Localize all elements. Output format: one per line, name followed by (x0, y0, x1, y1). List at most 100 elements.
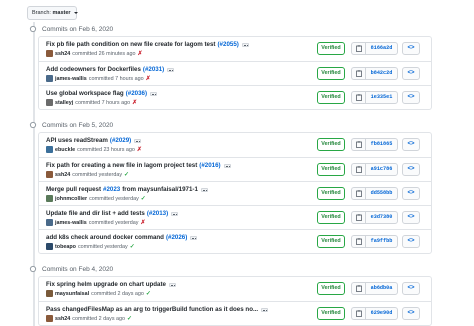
verified-badge[interactable]: Verified (317, 235, 345, 248)
verified-badge[interactable]: Verified (317, 187, 345, 200)
author-link[interactable]: ssh24 (55, 316, 70, 322)
browse-repo-button[interactable]: <> (402, 235, 420, 248)
copy-sha-button[interactable] (351, 138, 365, 151)
branch-selector[interactable]: Branch: master (27, 6, 79, 20)
x-icon[interactable]: ✗ (141, 219, 146, 226)
verified-badge[interactable]: Verified (317, 307, 345, 320)
avatar[interactable] (46, 195, 53, 202)
pull-request-link[interactable]: (#2055) (218, 41, 239, 48)
browse-repo-button[interactable]: <> (402, 282, 420, 295)
verified-badge[interactable]: Verified (317, 42, 345, 55)
author-link[interactable]: ebuckle (55, 147, 75, 153)
verified-badge[interactable]: Verified (317, 138, 345, 151)
author-link[interactable]: ssh24 (55, 172, 70, 178)
copy-sha-button[interactable] (351, 91, 365, 104)
expand-message-icon[interactable] (261, 307, 269, 312)
avatar[interactable] (46, 290, 53, 297)
copy-sha-button[interactable] (351, 163, 365, 176)
commit-message[interactable]: Fix path for creating a new file in lago… (46, 162, 197, 169)
commit-sha-link[interactable]: fa9ffbb (365, 235, 398, 248)
commit-message[interactable]: Add codeowners for Dockerfiles (46, 66, 141, 73)
pull-request-link[interactable]: (#2026) (166, 234, 187, 241)
check-icon[interactable]: ✓ (127, 315, 132, 322)
avatar[interactable] (46, 315, 53, 322)
pull-request-link[interactable]: (#2029) (110, 137, 131, 144)
avatar[interactable] (46, 219, 53, 226)
expand-message-icon[interactable] (168, 282, 176, 287)
pull-request-link[interactable]: #2023 (103, 186, 120, 193)
verified-badge[interactable]: Verified (317, 282, 345, 295)
author-link[interactable]: james-wallis (55, 220, 87, 226)
copy-sha-button[interactable] (351, 42, 365, 55)
commit-sha-link[interactable]: 629e90d (365, 307, 398, 320)
commit-sha-link[interactable]: 8166a2d (365, 42, 398, 55)
avatar[interactable] (46, 171, 53, 178)
avatar[interactable] (46, 243, 53, 250)
verified-badge[interactable]: Verified (317, 67, 345, 80)
commit-sha-link[interactable]: b842c2d (365, 67, 398, 80)
author-link[interactable]: james-wallis (55, 76, 87, 82)
verified-badge[interactable]: Verified (317, 91, 345, 104)
commit-sha-link[interactable]: dd558bb (365, 187, 398, 200)
browse-repo-button[interactable]: <> (402, 42, 420, 55)
x-icon[interactable]: ✗ (132, 99, 137, 106)
verified-badge[interactable]: Verified (317, 163, 345, 176)
expand-message-icon[interactable] (190, 235, 198, 240)
copy-sha-button[interactable] (351, 187, 365, 200)
copy-sha-button[interactable] (351, 307, 365, 320)
expand-message-icon[interactable] (134, 138, 142, 143)
commit-sha-link[interactable]: ab6db0a (365, 282, 398, 295)
pull-request-link[interactable]: (#2016) (199, 162, 220, 169)
verified-badge[interactable]: Verified (317, 211, 345, 224)
check-icon[interactable]: ✓ (141, 195, 146, 202)
expand-message-icon[interactable] (223, 163, 231, 168)
author-link[interactable]: johnmcollier (55, 196, 87, 202)
expand-message-icon[interactable] (167, 67, 175, 72)
avatar[interactable] (46, 146, 53, 153)
commit-message[interactable]: API uses readStream (46, 137, 108, 144)
commit-message[interactable]: Fix spring helm upgrade on chart update (46, 281, 166, 288)
x-icon[interactable]: ✗ (138, 50, 143, 57)
pull-request-link[interactable]: (#2013) (147, 210, 168, 217)
pull-request-link[interactable]: (#2031) (143, 66, 164, 73)
browse-repo-button[interactable]: <> (402, 67, 420, 80)
browse-repo-button[interactable]: <> (402, 211, 420, 224)
commit-message[interactable]: Update file and dir list + add tests (46, 210, 145, 217)
commit-message[interactable]: Pass changedFilesMap as an arg to trigge… (46, 306, 258, 313)
author-link[interactable]: tobeapo (55, 244, 76, 250)
expand-message-icon[interactable] (171, 211, 179, 216)
copy-sha-button[interactable] (351, 211, 365, 224)
browse-repo-button[interactable]: <> (402, 138, 420, 151)
commit-sha-link[interactable]: a91c786 (365, 163, 398, 176)
author-link[interactable]: ssh24 (55, 51, 70, 57)
avatar[interactable] (46, 99, 53, 106)
commit-sha-link[interactable]: e3d7380 (365, 211, 398, 224)
check-icon[interactable]: ✓ (146, 290, 151, 297)
copy-sha-button[interactable] (351, 67, 365, 80)
commit-message-suffix[interactable]: from maysunfaisal/1971-1 (122, 186, 198, 193)
expand-message-icon[interactable] (200, 187, 208, 192)
check-icon[interactable]: ✓ (130, 243, 135, 250)
commit-message[interactable]: add k8s check around docker command (46, 234, 164, 241)
copy-sha-button[interactable] (351, 282, 365, 295)
browse-repo-button[interactable]: <> (402, 163, 420, 176)
avatar[interactable] (46, 50, 53, 57)
commit-sha-link[interactable]: 1e335e1 (365, 91, 398, 104)
avatar[interactable] (46, 75, 53, 82)
pull-request-link[interactable]: (#2036) (126, 90, 147, 97)
copy-sha-button[interactable] (351, 235, 365, 248)
browse-repo-button[interactable]: <> (402, 91, 420, 104)
x-icon[interactable]: ✗ (137, 146, 142, 153)
commit-message[interactable]: Fix pb file path condition on new file c… (46, 41, 216, 48)
x-icon[interactable]: ✗ (146, 75, 151, 82)
commit-sha-link[interactable]: fb81865 (365, 138, 398, 151)
commit-message[interactable]: Use global workspace flag (46, 90, 124, 97)
browse-repo-button[interactable]: <> (402, 187, 420, 200)
author-link[interactable]: stalleyj (55, 100, 73, 106)
commit-message[interactable]: Merge pull request (46, 186, 101, 193)
check-icon[interactable]: ✓ (124, 171, 129, 178)
expand-message-icon[interactable] (241, 42, 249, 47)
browse-repo-button[interactable]: <> (402, 307, 420, 320)
author-link[interactable]: maysunfaisal (55, 291, 89, 297)
expand-message-icon[interactable] (150, 91, 158, 96)
